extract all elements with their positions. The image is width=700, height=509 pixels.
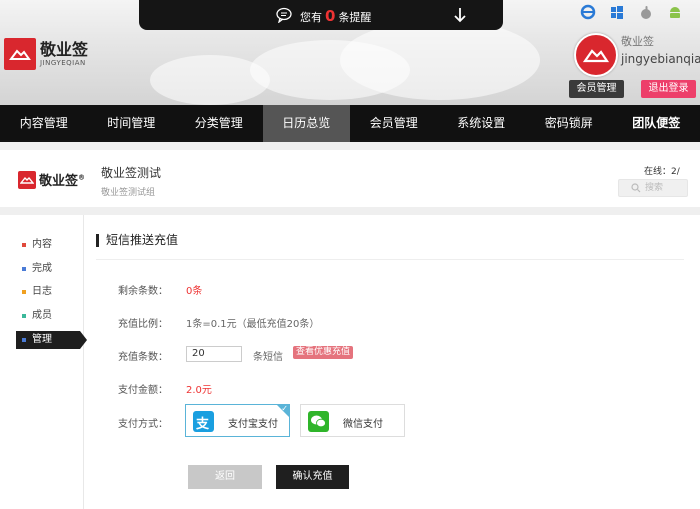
- team-header: 敬业签® 敬业签测试 敬业签测试组 在线：2/ 搜索: [0, 150, 700, 207]
- dot-icon: [22, 267, 26, 271]
- nav-item-category[interactable]: 分类管理: [175, 105, 263, 142]
- logo-icon: [4, 38, 36, 70]
- page-title: 短信推送充值: [96, 234, 178, 247]
- alipay-icon: 支: [193, 411, 214, 432]
- windows-icon[interactable]: [609, 4, 625, 20]
- logout-button[interactable]: 退出登录: [641, 80, 696, 98]
- main-nav: 内容管理 时间管理 分类管理 日历总览 会员管理 系统设置 密码锁屏 团队便签: [0, 105, 700, 142]
- amount-label: 支付金额：: [118, 385, 168, 396]
- nav-item-team[interactable]: 团队便签: [613, 105, 700, 142]
- arrow-down-icon[interactable]: [453, 7, 467, 26]
- dot-icon: [22, 290, 26, 294]
- team-logo-text: 敬业签: [39, 174, 79, 189]
- dot-icon: [22, 338, 26, 342]
- method-label: 支付方式：: [118, 419, 168, 430]
- team-name: 敬业签测试: [101, 166, 162, 180]
- search-icon: [631, 183, 641, 193]
- sidebar-item-log[interactable]: 日志: [16, 283, 80, 301]
- check-icon: ✓: [281, 404, 288, 413]
- registered-mark: ®: [78, 173, 86, 182]
- sidebar-item-manage[interactable]: 管理: [16, 331, 87, 349]
- remaining-value: 0条: [186, 286, 203, 297]
- nav-item-lockscreen[interactable]: 密码锁屏: [525, 105, 613, 142]
- remaining-label: 剩余条数：: [118, 286, 168, 297]
- nav-item-member[interactable]: 会员管理: [350, 105, 438, 142]
- user-name: jingyebianqian: [621, 52, 700, 66]
- member-management-button[interactable]: 会员管理: [569, 80, 624, 98]
- ratio-value: 1条=0.1元（最低充值20条）: [186, 319, 320, 330]
- back-button[interactable]: 返回: [188, 465, 262, 489]
- nav-item-time[interactable]: 时间管理: [88, 105, 176, 142]
- team-subtitle: 敬业签测试组: [101, 188, 156, 198]
- user-label: 敬业签: [621, 35, 654, 48]
- ie-icon[interactable]: [580, 4, 596, 20]
- team-logo: 敬业签®: [18, 170, 85, 189]
- online-count: 在线：2/: [644, 167, 680, 177]
- search-input[interactable]: 搜索: [618, 179, 688, 197]
- count-input[interactable]: 20: [186, 346, 242, 362]
- main-content: 内容 完成 日志 成员 管理 短信推送充值 剩余条数： 0条 充值比例： 1条=…: [0, 215, 700, 509]
- dot-icon: [22, 314, 26, 318]
- nav-item-settings[interactable]: 系统设置: [438, 105, 526, 142]
- dot-icon: [22, 243, 26, 247]
- sidebar: 内容 完成 日志 成员 管理: [0, 215, 87, 509]
- brand-name-en: JINGYEQIAN: [40, 59, 86, 67]
- alipay-label: 支付宝支付: [228, 419, 278, 430]
- divider: [96, 259, 684, 260]
- android-icon[interactable]: [667, 4, 683, 20]
- wechat-option[interactable]: 微信支付: [300, 404, 405, 437]
- sidebar-item-content[interactable]: 内容: [16, 236, 80, 254]
- sidebar-item-done[interactable]: 完成: [16, 260, 80, 278]
- apple-icon[interactable]: [638, 4, 654, 20]
- wechat-label: 微信支付: [343, 419, 383, 430]
- amount-value: 2.0元: [186, 385, 212, 396]
- brand-logo[interactable]: 敬业签 JINGYEQIAN: [4, 38, 88, 70]
- brand-name: 敬业签: [40, 40, 89, 59]
- header: 敬业签 JINGYEQIAN 您有0条提醒 敬业签 jingyebianqian…: [0, 0, 700, 105]
- chat-bubble-icon: [276, 7, 292, 26]
- reminder-count: 0: [325, 7, 336, 25]
- background-cloud: [340, 20, 540, 100]
- nav-item-content[interactable]: 内容管理: [0, 105, 88, 142]
- wechat-icon: [308, 411, 329, 432]
- reminder-bar[interactable]: 您有 0 条提醒: [139, 0, 503, 30]
- confirm-recharge-button[interactable]: 确认充值: [276, 465, 349, 489]
- count-label: 充值条数：: [118, 352, 168, 363]
- background-cloud: [150, 55, 270, 105]
- search-placeholder: 搜索: [645, 183, 664, 193]
- reminder-message: 您有 0 条提醒: [300, 7, 372, 25]
- offer-link[interactable]: 查看优惠充值: [293, 346, 354, 359]
- avatar[interactable]: [574, 33, 618, 77]
- nav-item-calendar[interactable]: 日历总览: [262, 105, 350, 142]
- logo-icon: [18, 170, 36, 189]
- ratio-label: 充值比例：: [118, 319, 168, 330]
- alipay-option[interactable]: 支 支付宝支付 ✓: [185, 404, 290, 437]
- count-unit: 条短信: [253, 352, 283, 363]
- sidebar-item-members[interactable]: 成员: [16, 307, 80, 325]
